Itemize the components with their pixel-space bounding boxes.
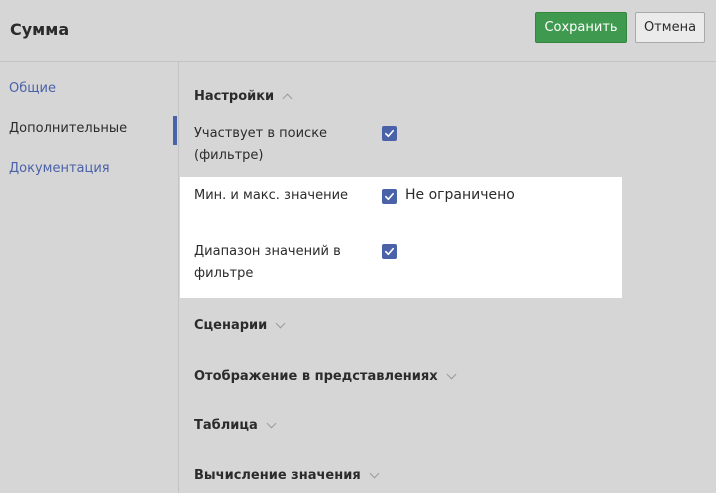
filter-range-checkbox[interactable] [382,244,397,259]
unlimited-checkbox[interactable] [382,189,397,204]
section-table-header[interactable]: Таблица [194,418,277,433]
chevron-down-icon [266,418,277,429]
search-filter-label: Участвует в поиске (фильтре) [194,123,364,167]
section-scenarios-header[interactable]: Сценарии [194,318,286,333]
sidebar: Общие Дополнительные Документация [0,62,179,493]
min-max-label: Мин. и макс. значение [194,188,349,203]
checkmark-icon [385,129,394,138]
checkmark-icon [385,192,394,201]
section-display-header[interactable]: Отображение в представлениях [194,369,457,384]
checkmark-icon [385,247,394,256]
section-calculation-header[interactable]: Вычисление значения [194,468,380,483]
section-calculation-title: Вычисление значения [194,468,361,483]
unlimited-checkbox-label[interactable]: Не ограничено [405,187,515,203]
sidebar-active-indicator [173,116,177,145]
section-settings-header[interactable]: Настройки [194,89,293,104]
chevron-up-icon [282,93,293,104]
filter-range-label: Диапазон значений в фильтре [194,241,364,285]
section-scenarios-title: Сценарии [194,318,268,333]
section-table-title: Таблица [194,418,258,433]
search-filter-label-line2: (фильтре) [194,148,264,163]
sidebar-item-general[interactable]: Общие [9,81,56,96]
header-bar: Сумма Сохранить Отмена [0,0,716,62]
filter-range-label-line1: Диапазон значений в [194,244,341,259]
sidebar-item-documentation[interactable]: Документация [9,161,110,176]
search-filter-label-line1: Участвует в поиске [194,126,328,141]
chevron-down-icon [275,318,286,329]
section-display-title: Отображение в представлениях [194,369,438,384]
chevron-down-icon [446,369,457,380]
chevron-down-icon [369,468,380,479]
section-settings-title: Настройки [194,89,275,104]
sidebar-item-advanced[interactable]: Дополнительные [9,121,127,136]
page-title: Сумма [10,20,70,39]
save-button[interactable]: Сохранить [535,12,627,43]
cancel-button[interactable]: Отмена [635,12,705,43]
filter-range-label-line2: фильтре [194,266,254,281]
search-filter-checkbox[interactable] [382,126,397,141]
